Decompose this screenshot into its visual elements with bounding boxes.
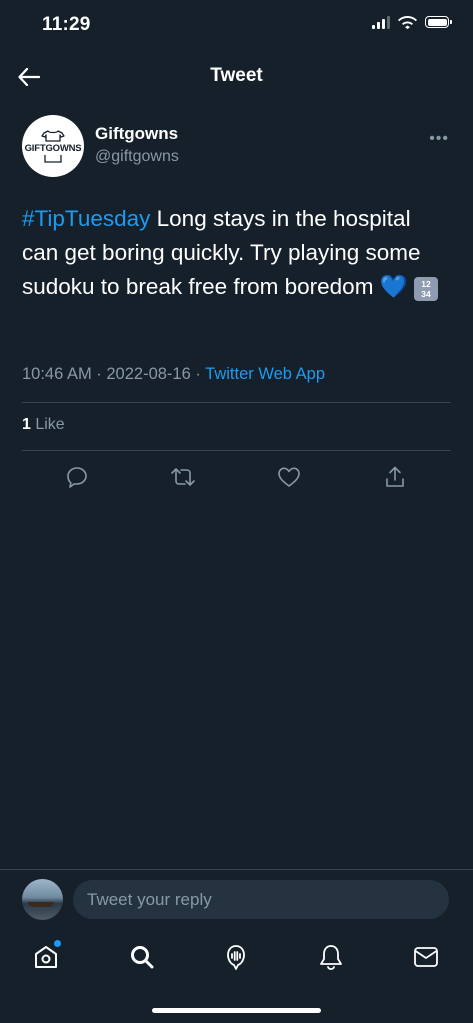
tweet-actions [0, 460, 473, 494]
like-label: Like [30, 416, 65, 433]
input-numbers-emoji: 12 34 [413, 277, 438, 301]
tweet-source-link[interactable]: Twitter Web App [205, 365, 325, 383]
more-icon: ••• [429, 130, 449, 147]
reply-input[interactable] [73, 880, 449, 919]
tweet-meta: 10:46 AM · 2022-08-16 · Twitter Web App [22, 365, 325, 384]
divider [22, 402, 451, 403]
retweet-button[interactable] [168, 462, 198, 492]
author-avatar[interactable]: GIFTGOWNS [22, 115, 84, 177]
reply-button[interactable] [62, 462, 92, 492]
tab-spaces[interactable] [219, 940, 253, 974]
bottom-tab-bar [0, 930, 473, 985]
share-button[interactable] [380, 462, 410, 492]
status-icons [372, 15, 452, 29]
tshirt-logo-icon [41, 129, 65, 142]
battery-icon [425, 16, 452, 28]
messages-icon [414, 947, 438, 967]
spaces-icon [227, 945, 245, 970]
reply-icon [67, 467, 87, 488]
tshirt-base-icon [44, 154, 62, 163]
share-icon [386, 466, 404, 487]
like-icon [278, 467, 300, 487]
blue-heart-emoji: 💙 [379, 274, 408, 299]
wifi-icon [398, 16, 417, 29]
page-title: Tweet [210, 65, 263, 86]
user-avatar[interactable] [22, 879, 63, 920]
tab-messages[interactable] [409, 940, 443, 974]
more-options-button[interactable]: ••• [429, 130, 449, 148]
search-icon [131, 946, 154, 969]
divider [22, 450, 451, 451]
tab-notifications[interactable] [314, 940, 348, 974]
hashtag-link[interactable]: #TipTuesday [22, 206, 150, 231]
reply-bar [0, 869, 473, 928]
retweet-icon [171, 468, 195, 486]
tab-search[interactable] [125, 940, 159, 974]
status-bar: 11:29 [0, 0, 473, 52]
status-time: 11:29 [42, 14, 91, 35]
author-handle[interactable]: @giftgowns [95, 148, 179, 166]
tweet-author: GIFTGOWNS Giftgowns @giftgowns ••• [22, 112, 455, 182]
like-count: 1 [22, 416, 31, 433]
avatar-text: GIFTGOWNS [24, 142, 82, 154]
notifications-icon [320, 945, 342, 970]
tab-home[interactable] [29, 940, 63, 974]
tweet-text: #TipTuesday Long stays in the hospital c… [22, 202, 452, 304]
home-notification-dot [54, 940, 61, 947]
home-icon [35, 946, 57, 968]
top-nav-bar: Tweet [0, 52, 473, 100]
like-button[interactable] [274, 462, 304, 492]
home-indicator[interactable] [152, 1008, 321, 1013]
author-name[interactable]: Giftgowns [95, 124, 178, 144]
likes-summary[interactable]: 1 Like [22, 416, 65, 434]
tweet-timestamp: 10:46 AM · 2022-08-16 · [22, 365, 206, 383]
cellular-signal-icon [372, 15, 390, 29]
